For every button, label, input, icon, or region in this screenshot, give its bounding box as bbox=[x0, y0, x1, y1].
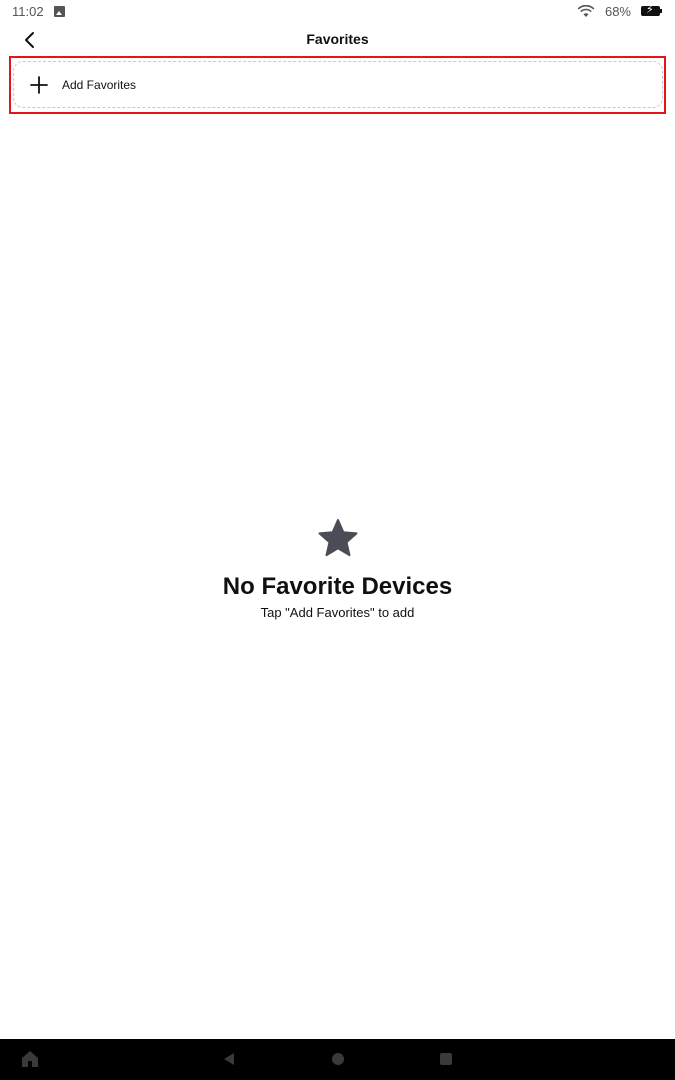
status-right: 68% ⚡ bbox=[577, 3, 662, 19]
status-time: 11:02 bbox=[12, 3, 44, 19]
empty-state: No Favorite Devices Tap "Add Favorites" … bbox=[0, 518, 675, 620]
add-favorites-button[interactable]: Add Favorites bbox=[13, 61, 663, 108]
add-favorites-label: Add Favorites bbox=[62, 77, 137, 92]
battery-percent: 68% bbox=[604, 3, 631, 19]
empty-title: No Favorite Devices bbox=[222, 573, 453, 600]
status-bar: 11:02 68% ⚡ bbox=[0, 0, 675, 22]
battery-charging-icon: ⚡ bbox=[641, 4, 662, 16]
status-left: 11:02 bbox=[12, 4, 65, 19]
star-icon bbox=[318, 519, 357, 557]
app-home-icon[interactable] bbox=[20, 1049, 40, 1069]
navigation-bar bbox=[0, 1039, 675, 1080]
plus-icon bbox=[30, 75, 48, 94]
empty-subtitle: Tap "Add Favorites" to add bbox=[260, 605, 415, 620]
wifi-icon bbox=[577, 4, 595, 17]
screen: 11:02 68% ⚡ Favorites Add Favorites No F… bbox=[0, 0, 675, 1080]
gallery-notification-icon bbox=[53, 5, 65, 17]
page-title: Favorites bbox=[306, 31, 369, 47]
bolt-icon: ⚡ bbox=[646, 4, 654, 16]
app-header: Favorites bbox=[0, 22, 675, 58]
nav-back-icon[interactable] bbox=[219, 1049, 239, 1069]
nav-home-icon[interactable] bbox=[328, 1049, 348, 1069]
nav-recents-icon[interactable] bbox=[436, 1049, 456, 1069]
